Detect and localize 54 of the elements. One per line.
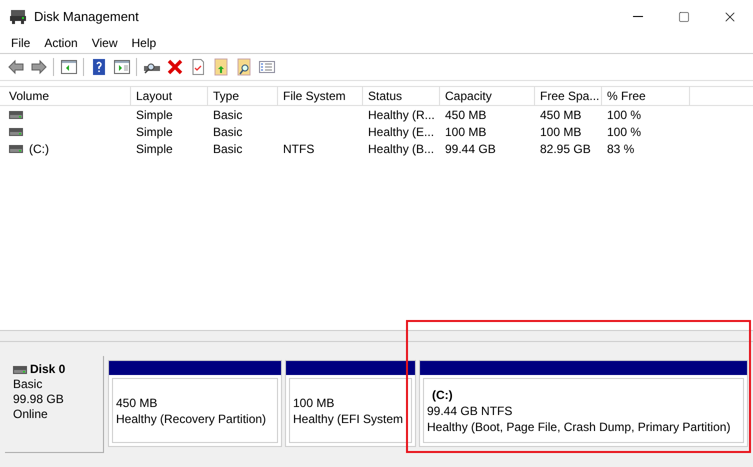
app-icon <box>10 10 26 24</box>
table-cell-text: Healthy (B... <box>368 140 434 158</box>
column-header[interactable]: Free Spa... <box>535 87 602 105</box>
table-cell-text: 82.95 GB <box>540 140 591 158</box>
disk-type: Basic <box>13 377 44 392</box>
table-cell-text: Basic <box>213 124 242 140</box>
partition-size: 450 MB <box>116 394 158 410</box>
menu-item[interactable]: Help <box>124 34 164 52</box>
volume-drive-icon <box>9 110 23 118</box>
column-header[interactable]: Capacity <box>440 87 535 105</box>
volume-drive-icon <box>9 144 23 152</box>
table-cell-text: NTFS <box>283 140 314 158</box>
disk-status: Online <box>13 407 49 422</box>
table-cell-text: Simple <box>136 140 173 158</box>
column-header[interactable]: Volume <box>4 87 131 105</box>
column-header[interactable]: Layout <box>131 87 208 105</box>
partition-status: Healthy (EFI System <box>293 410 404 426</box>
column-header[interactable]: Status <box>363 87 440 105</box>
partition-size: 99.44 GB NTFS <box>427 402 514 418</box>
table-cell-text: Basic <box>213 140 242 158</box>
table-cell-text: 100 % <box>607 106 642 124</box>
partition-block[interactable]: 100 MB Healthy (EFI System <box>285 360 416 447</box>
table-cell-text: Basic <box>213 106 242 124</box>
partition-status: Healthy (Recovery Partition) <box>116 410 268 426</box>
partition-block[interactable]: 450 MB Healthy (Recovery Partition) <box>108 360 282 447</box>
table-cell-text: 100 % <box>607 124 642 140</box>
partition-block[interactable]: (C:) 99.44 GB NTFS Healthy (Boot, Page File, Crash Dump, Primary Partition) <box>419 360 748 447</box>
maximize-icon <box>678 10 690 22</box>
partition-status: Healthy (Boot, Page File, Crash Dump, Primary Partition) <box>427 418 732 434</box>
table-cell-text: Simple <box>136 106 173 124</box>
disk-info-panel[interactable]: Disk 0 Basic 99.98 GB Online <box>5 356 104 453</box>
menu-item[interactable]: Action <box>37 34 85 52</box>
table-cell-text: Healthy (E... <box>368 124 434 140</box>
table-cell-text: 83 % <box>607 140 634 158</box>
table-cell-text: 450 MB <box>540 106 582 124</box>
table-cell-text: (C:) <box>29 140 49 158</box>
minimize-icon <box>633 16 643 17</box>
column-header[interactable]: File System <box>278 87 363 105</box>
table-cell-text: 100 MB <box>540 124 582 140</box>
disk-size: 99.98 GB <box>13 392 65 407</box>
column-header[interactable]: Type <box>208 87 278 105</box>
table-cell-text: Simple <box>136 124 173 140</box>
partition-label: (C:) <box>431 386 454 402</box>
table-cell-text: 99.44 GB <box>445 140 496 158</box>
menu-item[interactable]: File <box>4 34 38 52</box>
menu-item[interactable]: View <box>84 34 124 52</box>
partition-size: 100 MB <box>293 394 336 410</box>
volume-drive-icon <box>9 128 23 136</box>
disk-name: Disk 0 <box>30 362 66 377</box>
table-cell-text: 100 MB <box>445 124 486 140</box>
window-title: Disk Management <box>34 8 139 26</box>
table-cell-text: Healthy (R... <box>368 106 435 124</box>
table-cell-text: 450 MB <box>445 106 486 124</box>
column-header[interactable]: % Free <box>602 87 690 105</box>
